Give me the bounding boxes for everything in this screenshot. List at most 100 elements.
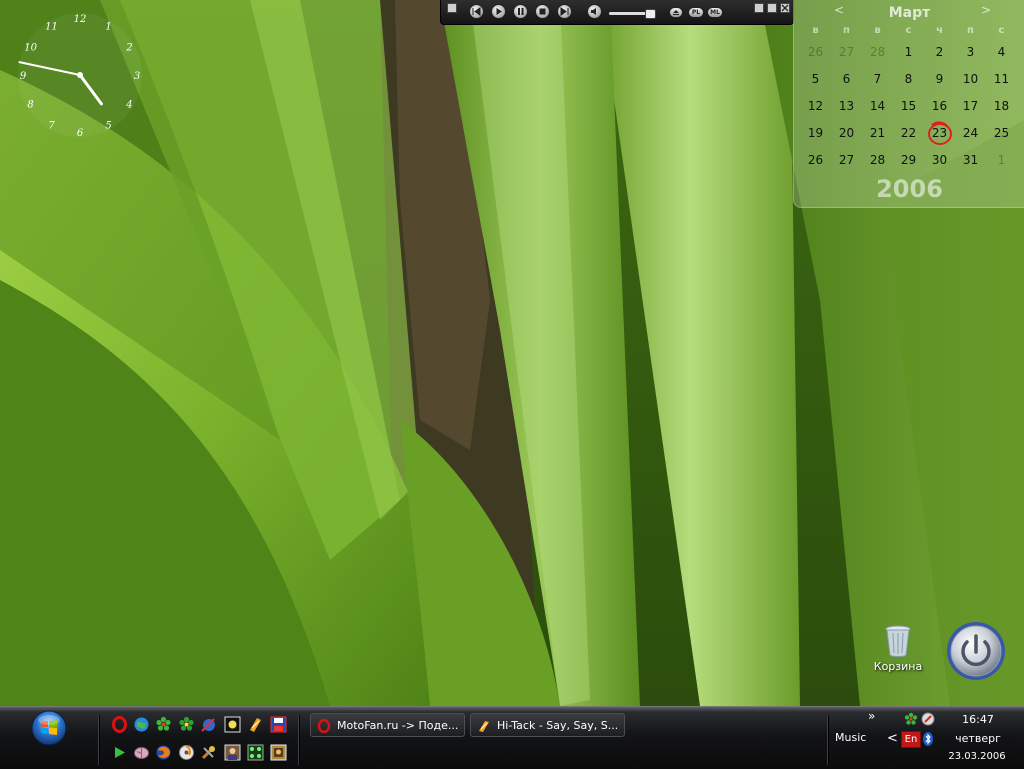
calendar-day[interactable]: 14 [862, 99, 893, 113]
opera-icon [317, 719, 331, 733]
calendar-weekday-header: в [874, 25, 881, 36]
calendar-day[interactable]: 4 [986, 45, 1017, 59]
calendar-day[interactable]: 6 [831, 72, 862, 86]
media-library-toggle[interactable]: ML [707, 7, 723, 18]
calendar-day[interactable]: 1 [893, 45, 924, 59]
shade-button[interactable] [767, 3, 777, 13]
calendar-day[interactable]: 15 [893, 99, 924, 113]
next-button[interactable] [557, 4, 572, 19]
pause-icon [518, 8, 524, 15]
picture-frame-quicklaunch-icon[interactable] [270, 744, 287, 761]
calendar-day[interactable]: 20 [831, 126, 862, 140]
shutdown-button-icon[interactable] [945, 620, 1007, 682]
photo-viewer-quicklaunch-icon[interactable] [224, 716, 241, 733]
calendar-day[interactable]: 30 [924, 153, 955, 167]
taskbar-separator [298, 715, 300, 765]
show-hidden-icons-arrow[interactable]: < [887, 731, 898, 746]
calendar-day[interactable]: 1 [986, 153, 1017, 167]
pause-button[interactable] [513, 4, 528, 19]
task-button-motofan[interactable]: MotoFan.ru -> Поде... [310, 713, 465, 737]
bluetooth-tray-icon[interactable] [923, 732, 933, 746]
previous-icon [472, 7, 481, 16]
close-button[interactable] [780, 3, 790, 13]
calendar-day[interactable]: 10 [955, 72, 986, 86]
taskbar-clock-weekday: четверг [955, 732, 1001, 745]
calendar-day[interactable]: 28 [862, 45, 893, 59]
burning-disc-quicklaunch-icon[interactable] [178, 744, 195, 761]
calendar-day[interactable]: 17 [955, 99, 986, 113]
clock-numeral: 2 [125, 43, 132, 54]
stop-button[interactable] [535, 4, 550, 19]
user-photo-quicklaunch-icon[interactable] [224, 744, 241, 761]
calendar-day[interactable]: 21 [862, 126, 893, 140]
icq-flower-quicklaunch-icon[interactable] [155, 716, 172, 733]
clock-numeral: 1 [105, 22, 111, 33]
calendar-day[interactable]: 24 [955, 126, 986, 140]
recycle-bin-shortcut[interactable]: Корзина [870, 624, 926, 673]
eject-icon [673, 10, 679, 15]
calendar-day[interactable]: 16 [924, 99, 955, 113]
calendar-day[interactable]: 13 [831, 99, 862, 113]
calendar-day[interactable]: 31 [955, 153, 986, 167]
calendar-day[interactable]: 25 [986, 126, 1017, 140]
calendar-day[interactable]: 11 [986, 72, 1017, 86]
taskbar-clock-date: 23.03.2006 [948, 751, 1006, 762]
calendar-next-month[interactable]: > [981, 3, 991, 17]
calendar-day[interactable]: 12 [800, 99, 831, 113]
calendar-day[interactable]: 22 [893, 126, 924, 140]
taskbar: MotoFan.ru -> Поде... Hi-Tack - Say, Say… [0, 706, 1024, 769]
tools-quicklaunch-icon[interactable] [200, 744, 217, 761]
media-play-quicklaunch-icon[interactable] [111, 744, 128, 761]
clock-numeral: 12 [74, 14, 87, 25]
calendar-day[interactable]: 3 [955, 45, 986, 59]
task-button-winamp[interactable]: Hi-Tack - Say, Say, S... [470, 713, 625, 737]
next-icon [560, 7, 569, 16]
calendar-day[interactable]: 27 [831, 153, 862, 167]
icq-tray-icon[interactable] [904, 712, 918, 726]
calendar-day[interactable]: 27 [831, 45, 862, 59]
calendar-day[interactable]: 29 [893, 153, 924, 167]
recycle-bin-icon [885, 625, 911, 657]
music-toolbar-label[interactable]: Music [835, 731, 866, 744]
playlist-toggle[interactable]: PL [688, 7, 704, 18]
firefox-quicklaunch-icon[interactable] [155, 744, 172, 761]
start-button[interactable] [30, 709, 68, 747]
tray-expand-chevron[interactable]: » [868, 709, 875, 723]
save-disk-quicklaunch-icon[interactable] [270, 716, 287, 733]
calendar-gadget: < Март > впвсчпс 26 27 28 1 2 3 4 5 6 7 8 9 10 11 12 13… [793, 0, 1024, 208]
calendar-day[interactable]: 26 [800, 45, 831, 59]
calendar-day[interactable]: 5 [800, 72, 831, 86]
eject-button[interactable] [669, 7, 683, 18]
winamp-quicklaunch-icon[interactable] [247, 716, 264, 733]
language-indicator[interactable]: En [901, 731, 921, 748]
opera-quicklaunch-icon[interactable] [111, 716, 128, 733]
task-button-label: Hi-Tack - Say, Say, S... [497, 719, 619, 732]
calendar-day[interactable]: 8 [893, 72, 924, 86]
calendar-weekday-header: с [905, 25, 912, 36]
calendar-year: 2006 [876, 175, 943, 203]
miranda-flower-quicklaunch-icon[interactable] [178, 716, 195, 733]
taskbar-clock-time[interactable]: 16:47 [948, 713, 1008, 726]
calendar-weekday-header: п [967, 25, 974, 36]
player-menu-button[interactable] [447, 3, 457, 13]
internet-globe-quicklaunch-icon[interactable] [133, 716, 150, 733]
calendar-day[interactable]: 7 [862, 72, 893, 86]
minimize-button[interactable] [754, 3, 764, 13]
calendar-day[interactable]: 26 [800, 153, 831, 167]
previous-button[interactable] [469, 4, 484, 19]
calendar-day[interactable]: 19 [800, 126, 831, 140]
volume-icon-button[interactable] [587, 4, 602, 19]
play-button[interactable] [491, 4, 506, 19]
calendar-day[interactable]: 28 [862, 153, 893, 167]
media-player[interactable]: PL ML [440, 0, 794, 25]
network-globe-quicklaunch-icon[interactable] [200, 716, 217, 733]
calendar-day[interactable]: 9 [924, 72, 955, 86]
network-tray-icon[interactable] [921, 712, 935, 726]
calendar-day[interactable]: 2 [924, 45, 955, 59]
calendar-day[interactable]: 18 [986, 99, 1017, 113]
brain-quicklaunch-icon[interactable] [133, 744, 150, 761]
volume-slider-handle[interactable] [645, 9, 656, 19]
recycle-bin-label: Корзина [873, 660, 923, 673]
taskbar-separator [98, 715, 100, 765]
apps-grid-quicklaunch-icon[interactable] [247, 744, 264, 761]
